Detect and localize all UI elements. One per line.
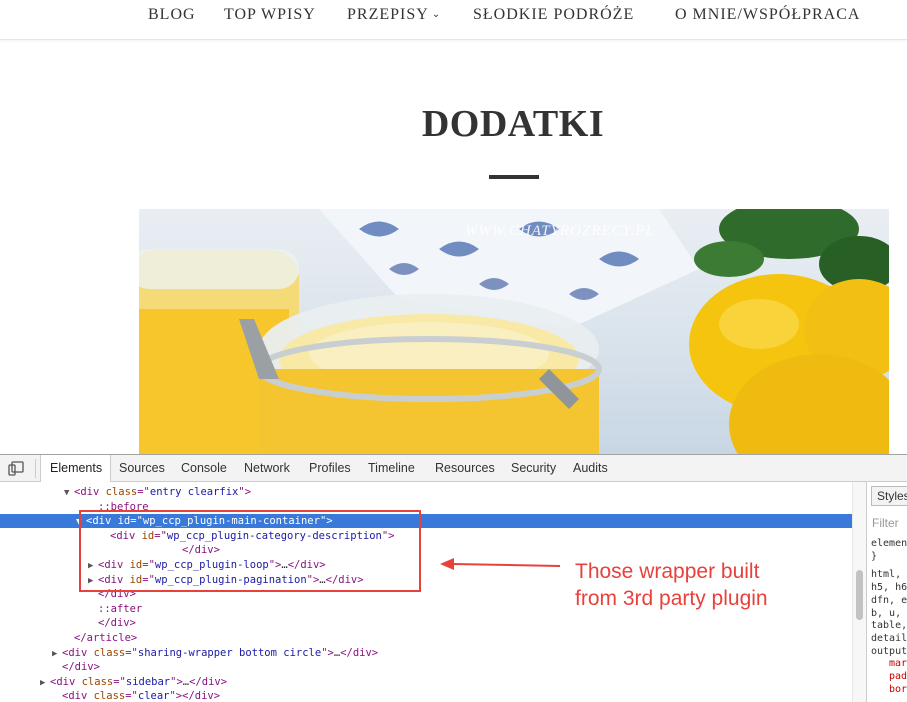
style-rule-line: dfn, e [871,594,907,606]
tab-resources[interactable]: Resources [435,461,495,475]
tab-audits[interactable]: Audits [573,461,608,475]
title-divider [489,175,539,179]
scrollbar-thumb[interactable] [856,570,863,620]
dom-token-tag: =" [137,486,150,498]
style-rule-line: output [871,645,907,657]
dom-token-tag: "> [321,646,334,659]
hero-watermark: WWW.CHATYROZRECY.PL [465,223,655,239]
dom-token-tag: =" [125,646,138,659]
tab-separator [35,459,36,478]
nav-item-blog[interactable]: BLOG [148,6,196,24]
tab-security[interactable]: Security [511,461,556,475]
annotation-line-2: from 3rd party plugin [575,587,768,610]
dom-token-val: entry clearfix [149,486,239,498]
dom-token-attr: class [93,646,126,659]
tab-timeline[interactable]: Timeline [368,461,415,475]
nav-item-przepisy[interactable]: PRZEPISY ⌄ [347,6,441,24]
style-rule-line: html, [871,569,902,581]
style-rule-line: b, u, [871,607,902,619]
dom-token-pseudo: ::after [98,602,143,615]
dom-token-tag: </div> [340,646,379,659]
chevron-down-icon: ⌄ [431,9,442,20]
dom-token-tag: "> [238,486,252,498]
nav-item-top-wpisy[interactable]: TOP WPISY [224,6,316,24]
annotation-arrow-icon [440,558,561,570]
style-rule-line: mar [889,658,907,670]
dom-node[interactable]: <div class="clear"></div> [0,689,852,702]
dom-token-tag: </div> [62,661,100,674]
dom-node[interactable]: ▼ <div class="entry clearfix"> [0,485,852,499]
annotation-highlight-box [79,510,421,592]
dom-token-val: sharing-wrapper bottom circle [137,646,322,659]
style-rule-line: pad [889,671,907,682]
page-title: DODATKI [421,103,605,145]
styles-filter-input[interactable]: Filter [872,516,899,530]
tab-console[interactable]: Console [181,461,227,475]
dom-token-attr: class [105,486,138,498]
tab-elements[interactable]: Elements [50,461,102,475]
dom-node[interactable]: ▶ <div class="sharing-wrapper bottom circ… [0,646,852,660]
device-mode-icon[interactable] [8,461,24,476]
devtools-tabbar: Elements Sources Console Network Profile… [0,455,907,482]
collapse-triangle-icon[interactable]: ▶ [40,676,50,690]
style-rule-line: detail [871,632,907,644]
dom-token-tag: <div [50,675,82,688]
styles-pane: Styles Filter elemen} html, h5, h6 dfn, eb… [866,482,907,702]
dom-token-tag: <div [62,646,94,659]
annotation-text: Those wrapper built from 3rd party plugi… [575,558,768,612]
tab-network[interactable]: Network [244,461,290,475]
dom-token-tag: </div> [189,675,228,688]
tab-profiles[interactable]: Profiles [309,461,351,475]
dom-node[interactable]: ▶ <div class="sidebar">…</div> [0,675,852,689]
hero-illustration [139,209,889,454]
dom-token-tag: =" [113,675,126,688]
style-rule-line: h5, h6 [871,582,907,594]
top-navigation: BLOG TOP WPISY PRZEPISY ⌄ SŁODKIE PODRÓŻE… [0,0,907,40]
style-rule-line: } [871,550,878,562]
dom-token-tag: "> [170,675,183,688]
tab-sources[interactable]: Sources [119,461,165,475]
dom-token-val: sidebar [125,675,171,688]
dom-token-tag: <div [74,486,106,498]
annotation-line-1: Those wrapper built [575,560,760,583]
dom-token-attr: class [93,690,126,702]
style-rule-line: table, [871,620,907,632]
expand-triangle-icon[interactable]: ▼ [64,486,74,500]
hero-image: WWW.CHATYROZRECY.PL [139,209,889,454]
dom-node[interactable]: </div> [0,660,852,674]
dom-node[interactable]: </article> [0,631,852,645]
style-rule-line: elemen [871,538,907,549]
dom-token-tag: </div> [98,617,136,630]
collapse-triangle-icon[interactable]: ▶ [52,647,62,661]
nav-item-o-mnie-wspolpraca[interactable]: O MNIE/WSPÓŁPRACA [675,6,860,24]
dom-token-tag: "></div> [169,690,221,702]
style-rule-line: bor [889,683,907,695]
dom-token-attr: class [81,675,114,688]
dom-node[interactable]: </div> [0,616,852,630]
styles-tab[interactable]: Styles [871,486,907,506]
dom-token-val: clear [137,690,170,702]
nav-item-przepisy-label: PRZEPISY [347,6,429,23]
dom-token-tag: <div [62,690,94,702]
nav-item-slodkie-podroze[interactable]: SŁODKIE PODRÓŻE [473,6,634,24]
dom-token-tag: </article> [74,632,138,644]
dom-token-tag: =" [125,690,138,702]
